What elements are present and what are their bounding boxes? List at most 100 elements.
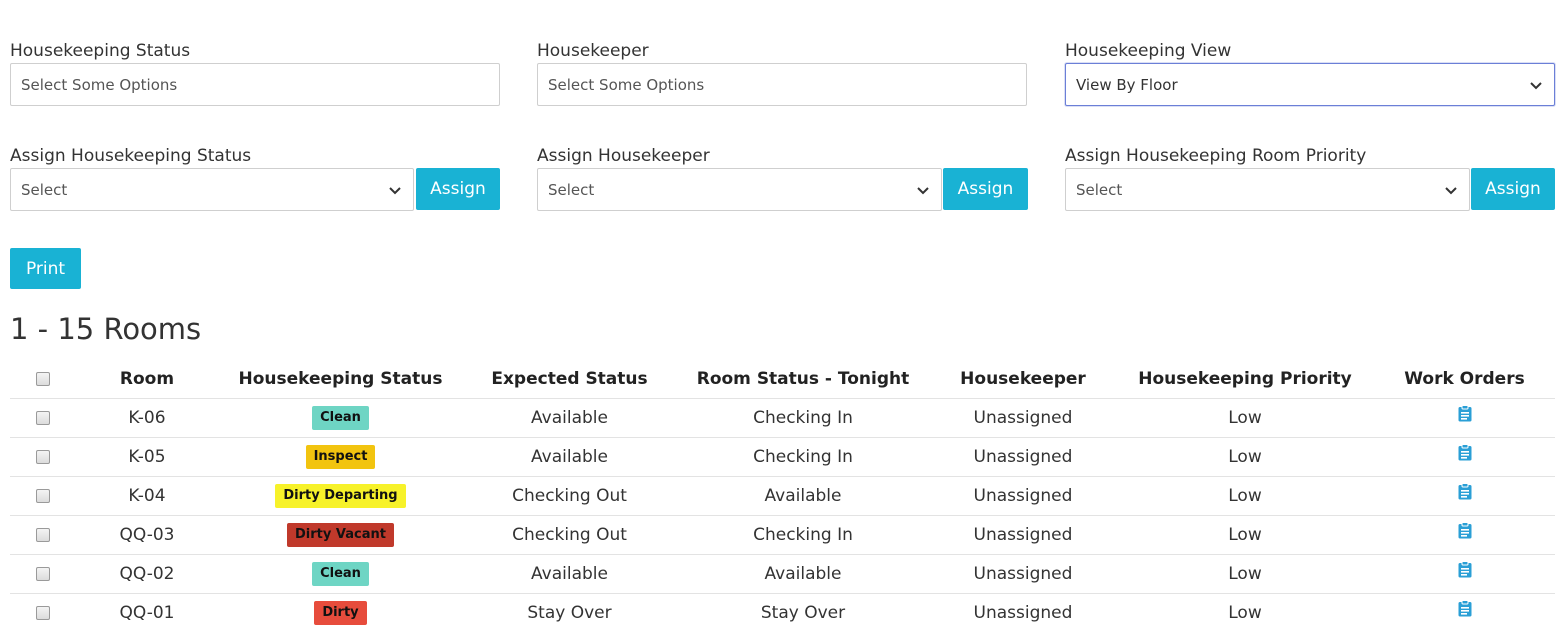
tonight-status-cell: Checking In <box>676 436 930 476</box>
assign-priority-button[interactable]: Assign <box>1471 168 1555 210</box>
clipboard-icon[interactable] <box>1458 444 1472 461</box>
expected-status-cell: Available <box>463 436 676 476</box>
housekeeper-cell: Unassigned <box>930 397 1116 437</box>
expected-status-cell: Available <box>463 553 676 593</box>
status-cell: Dirty Departing <box>218 475 463 515</box>
print-button[interactable]: Print <box>10 248 81 289</box>
column-header[interactable]: Room <box>76 360 218 398</box>
housekeeper-placeholder: Select Some Options <box>548 75 705 94</box>
column-header[interactable]: Work Orders <box>1374 360 1555 398</box>
chevron-down-icon <box>389 187 401 195</box>
expected-status-cell: Checking Out <box>463 475 676 515</box>
housekeeper-multiselect[interactable]: Select Some Options <box>537 63 1027 106</box>
row-checkbox[interactable] <box>36 566 50 581</box>
rooms-count-heading: 1 - 15 Rooms <box>10 312 202 346</box>
column-header[interactable]: Room Status - Tonight <box>676 360 930 398</box>
priority-cell: Low <box>1116 397 1374 437</box>
housekeeper-cell: Unassigned <box>930 436 1116 476</box>
work-orders-cell <box>1374 553 1555 593</box>
housekeeper-cell: Unassigned <box>930 592 1116 630</box>
work-orders-cell <box>1374 475 1555 515</box>
chevron-down-icon <box>917 187 929 195</box>
clipboard-icon[interactable] <box>1458 600 1472 617</box>
row-select-cell <box>10 514 76 554</box>
housekeeper-cell: Unassigned <box>930 553 1116 593</box>
priority-cell: Low <box>1116 475 1374 515</box>
assign-housekeeper-value: Select <box>548 180 595 199</box>
housekeeping-status-multiselect[interactable]: Select Some Options <box>10 63 500 106</box>
expected-status-cell: Checking Out <box>463 514 676 554</box>
housekeeping-status-placeholder: Select Some Options <box>21 75 178 94</box>
status-badge: Clean <box>312 561 369 586</box>
status-cell: Dirty Vacant <box>218 514 463 554</box>
chevron-down-icon <box>1530 82 1542 90</box>
table-row: QQ-01 Dirty Stay Over Stay Over Unassigned Lo… <box>10 592 1555 630</box>
work-orders-cell <box>1374 592 1555 630</box>
row-select-cell <box>10 475 76 515</box>
row-select-cell <box>10 436 76 476</box>
priority-cell: Low <box>1116 553 1374 593</box>
column-header[interactable]: Housekeeper <box>930 360 1116 398</box>
priority-cell: Low <box>1116 592 1374 630</box>
table-row: K-06 Clean Available Checking In Unassigned L… <box>10 397 1555 437</box>
status-badge: Inspect <box>305 444 376 469</box>
assign-status-select[interactable]: Select <box>10 168 414 211</box>
table-header-row: Room Housekeeping Status Expected Status… <box>10 360 1555 398</box>
tonight-status-cell: Available <box>676 553 930 593</box>
status-badge: Dirty Vacant <box>287 522 394 547</box>
chevron-down-icon <box>1445 187 1457 195</box>
tonight-status-cell: Available <box>676 475 930 515</box>
housekeeper-cell: Unassigned <box>930 475 1116 515</box>
room-cell: QQ-01 <box>76 592 218 630</box>
clipboard-icon[interactable] <box>1458 483 1472 500</box>
housekeeper-label: Housekeeper <box>537 41 649 61</box>
row-checkbox[interactable] <box>36 410 50 425</box>
row-select-cell <box>10 553 76 593</box>
assign-housekeeper-button[interactable]: Assign <box>943 168 1028 210</box>
tonight-status-cell: Stay Over <box>676 592 930 630</box>
column-header[interactable]: Housekeeping Priority <box>1116 360 1374 398</box>
room-cell: K-06 <box>76 397 218 437</box>
assign-status-label: Assign Housekeeping Status <box>10 146 252 166</box>
assign-housekeeper-select[interactable]: Select <box>537 168 942 211</box>
work-orders-cell <box>1374 397 1555 437</box>
table-row: K-05 Inspect Available Checking In Unassigne… <box>10 436 1555 476</box>
row-checkbox[interactable] <box>36 605 50 620</box>
status-badge: Dirty <box>314 600 367 625</box>
row-checkbox[interactable] <box>36 527 50 542</box>
assign-status-button[interactable]: Assign <box>416 168 500 210</box>
work-orders-cell <box>1374 514 1555 554</box>
housekeeping-status-label: Housekeeping Status <box>10 41 191 61</box>
status-cell: Inspect <box>218 436 463 476</box>
status-cell: Clean <box>218 553 463 593</box>
housekeeping-view-value: View By Floor <box>1076 75 1178 94</box>
column-header[interactable]: Expected Status <box>463 360 676 398</box>
work-orders-cell <box>1374 436 1555 476</box>
tonight-status-cell: Checking In <box>676 514 930 554</box>
table-row: K-04 Dirty Departing Checking Out Available… <box>10 475 1555 515</box>
room-cell: K-05 <box>76 436 218 476</box>
expected-status-cell: Stay Over <box>463 592 676 630</box>
select-all-checkbox[interactable] <box>36 371 50 386</box>
clipboard-icon[interactable] <box>1458 561 1472 578</box>
priority-cell: Low <box>1116 514 1374 554</box>
table-row: QQ-02 Clean Available Available Unassigned Lo… <box>10 553 1555 593</box>
row-checkbox[interactable] <box>36 449 50 464</box>
room-cell: K-04 <box>76 475 218 515</box>
table-row: QQ-03 Dirty Vacant Checking Out Checking In… <box>10 514 1555 554</box>
row-select-cell <box>10 592 76 630</box>
assign-priority-label: Assign Housekeeping Room Priority <box>1065 146 1367 166</box>
room-cell: QQ-02 <box>76 553 218 593</box>
expected-status-cell: Available <box>463 397 676 437</box>
assign-priority-select[interactable]: Select <box>1065 168 1470 211</box>
row-checkbox[interactable] <box>36 488 50 503</box>
status-badge: Dirty Departing <box>275 483 406 508</box>
clipboard-icon[interactable] <box>1458 405 1472 422</box>
column-header[interactable]: Housekeeping Status <box>218 360 463 398</box>
priority-cell: Low <box>1116 436 1374 476</box>
tonight-status-cell: Checking In <box>676 397 930 437</box>
clipboard-icon[interactable] <box>1458 522 1472 539</box>
housekeeping-view-select[interactable]: View By Floor <box>1065 63 1555 106</box>
select-all-cell <box>10 360 76 398</box>
rooms-table: Room Housekeeping Status Expected Status… <box>10 360 1555 630</box>
